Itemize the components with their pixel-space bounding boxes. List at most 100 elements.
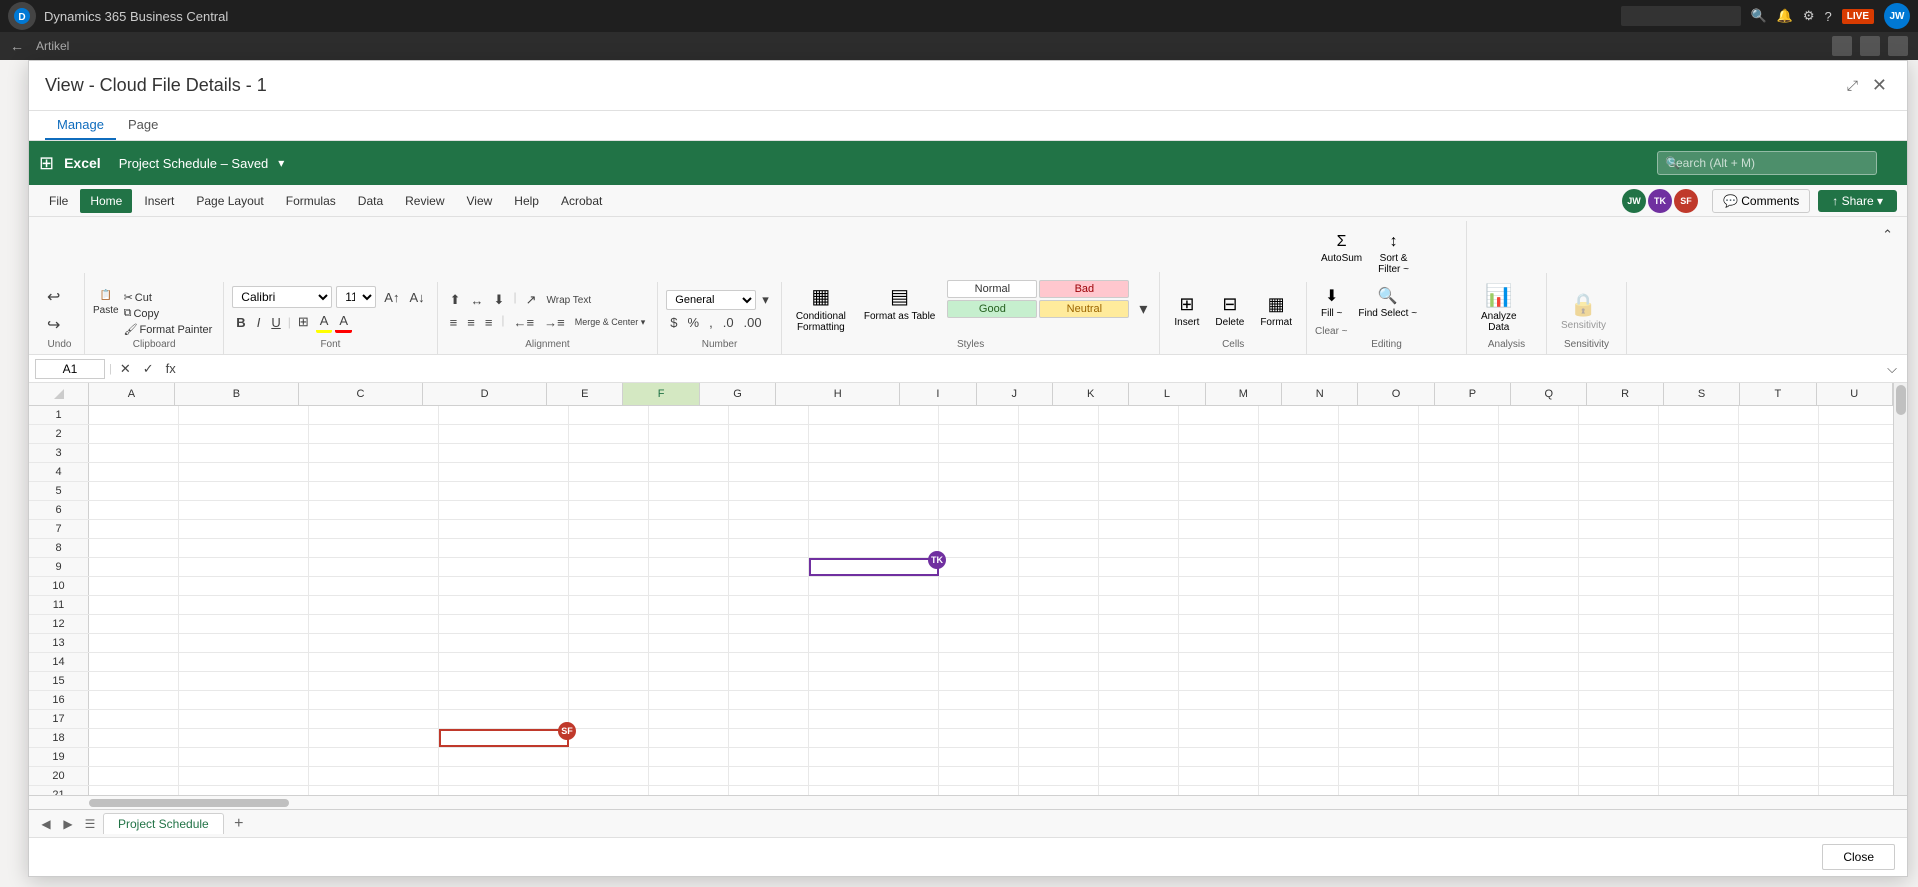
grid-cell[interactable] xyxy=(1819,501,1893,519)
grid-cell[interactable] xyxy=(1099,406,1179,424)
col-header-i[interactable]: I xyxy=(900,383,976,405)
style-neutral[interactable]: Neutral xyxy=(1039,300,1129,318)
grid-cell[interactable] xyxy=(729,672,809,690)
grid-cell[interactable] xyxy=(1339,577,1419,595)
grid-cell[interactable] xyxy=(89,425,179,443)
grid-cell[interactable] xyxy=(649,691,729,709)
grid-cell[interactable] xyxy=(1499,672,1579,690)
grid-cell[interactable] xyxy=(1579,615,1659,633)
grid-cell[interactable] xyxy=(1739,767,1819,785)
align-center-button[interactable]: ≡ xyxy=(463,313,479,332)
grid-cell[interactable] xyxy=(729,539,809,557)
autosum-button[interactable]: Σ AutoSum xyxy=(1315,229,1368,279)
grid-cell[interactable] xyxy=(649,577,729,595)
grid-cell[interactable] xyxy=(1259,577,1339,595)
col-header-l[interactable]: L xyxy=(1129,383,1205,405)
fill-color-button[interactable]: A xyxy=(316,311,333,333)
grid-cell[interactable] xyxy=(1179,653,1259,671)
grid-cell[interactable] xyxy=(1659,767,1739,785)
grid-cell[interactable] xyxy=(1659,482,1739,500)
paste-button[interactable]: 📋 xyxy=(94,286,118,305)
grid-cell[interactable] xyxy=(729,767,809,785)
grid-cell[interactable] xyxy=(1099,520,1179,538)
row-header[interactable]: 9 xyxy=(29,558,89,576)
grid-cell[interactable] xyxy=(1499,558,1579,576)
grid-cell[interactable] xyxy=(89,463,179,481)
grid-cell[interactable] xyxy=(1019,615,1099,633)
grid-cell[interactable] xyxy=(309,501,439,519)
grid-cell[interactable] xyxy=(569,615,649,633)
user-avatar[interactable]: JW xyxy=(1884,3,1910,29)
grid-cell[interactable] xyxy=(1819,596,1893,614)
grid-cell[interactable] xyxy=(89,539,179,557)
grid-cell[interactable] xyxy=(939,482,1019,500)
grid-cell[interactable] xyxy=(89,482,179,500)
grid-cell[interactable] xyxy=(1179,748,1259,766)
number-format-dropdown[interactable]: ▾ xyxy=(758,290,773,310)
grid-cell[interactable] xyxy=(939,767,1019,785)
sensitivity-button[interactable]: 🔒 Sensitivity xyxy=(1555,286,1612,335)
grid-cell[interactable] xyxy=(1739,748,1819,766)
grid-cell[interactable] xyxy=(649,615,729,633)
increase-decimal-button[interactable]: .00 xyxy=(740,313,766,332)
grid-cell[interactable] xyxy=(1099,501,1179,519)
grid-cell[interactable] xyxy=(1179,406,1259,424)
grid-cell[interactable] xyxy=(89,710,179,728)
format-cells-button[interactable]: ▦ Format xyxy=(1254,290,1298,332)
grid-cell[interactable] xyxy=(1819,520,1893,538)
grid-cell[interactable] xyxy=(1099,748,1179,766)
grid-cell[interactable] xyxy=(649,596,729,614)
grid-cell[interactable] xyxy=(729,786,809,795)
grid-cell[interactable] xyxy=(649,406,729,424)
grid-cell[interactable] xyxy=(1659,634,1739,652)
grid-cell[interactable] xyxy=(1339,786,1419,795)
increase-indent-button[interactable]: →≡ xyxy=(540,313,569,332)
grid-cell[interactable] xyxy=(1579,520,1659,538)
grid-body[interactable]: 123456789TK101112131415161718SF192021222… xyxy=(29,406,1893,795)
grid-cell[interactable] xyxy=(1579,596,1659,614)
grid-cell[interactable] xyxy=(809,577,939,595)
grid-cell[interactable] xyxy=(179,558,309,576)
grid-cell[interactable] xyxy=(569,596,649,614)
grid-cell[interactable] xyxy=(1019,406,1099,424)
copy-button[interactable]: ⧉ Copy xyxy=(121,306,216,321)
grid-cell[interactable] xyxy=(1579,558,1659,576)
grid-cell[interactable] xyxy=(1019,444,1099,462)
row-header[interactable]: 8 xyxy=(29,539,89,557)
grid-cell[interactable] xyxy=(939,729,1019,747)
excel-search-input[interactable] xyxy=(1657,151,1877,175)
grid-cell[interactable] xyxy=(1259,501,1339,519)
grid-cell[interactable] xyxy=(1499,425,1579,443)
col-header-u[interactable]: U xyxy=(1817,383,1893,405)
grid-cell[interactable] xyxy=(1179,463,1259,481)
grid-cell[interactable] xyxy=(89,748,179,766)
style-bad[interactable]: Bad xyxy=(1039,280,1129,298)
grid-cell[interactable] xyxy=(1419,520,1499,538)
sheet-tab-project-schedule[interactable]: Project Schedule xyxy=(103,813,224,834)
grid-cell[interactable] xyxy=(1259,406,1339,424)
grid-cell[interactable] xyxy=(179,748,309,766)
grid-cell[interactable] xyxy=(1019,577,1099,595)
grid-cell[interactable] xyxy=(569,501,649,519)
grid-cell[interactable] xyxy=(1179,577,1259,595)
grid-cell[interactable] xyxy=(1659,729,1739,747)
grid-cell[interactable] xyxy=(1019,672,1099,690)
sort-filter-button[interactable]: ↕ Sort &Filter ~ xyxy=(1372,229,1415,279)
row-header[interactable]: 19 xyxy=(29,748,89,766)
grid-cell[interactable] xyxy=(1259,539,1339,557)
grid-cell[interactable] xyxy=(439,558,569,576)
grid-cell[interactable] xyxy=(729,501,809,519)
grid-cell[interactable] xyxy=(1419,425,1499,443)
grid-cell[interactable] xyxy=(939,596,1019,614)
grid-cell[interactable] xyxy=(939,539,1019,557)
grid-cell[interactable] xyxy=(649,501,729,519)
grid-cell[interactable] xyxy=(309,596,439,614)
grid-cell[interactable] xyxy=(1339,463,1419,481)
grid-cell[interactable] xyxy=(89,786,179,795)
grid-cell[interactable] xyxy=(89,767,179,785)
grid-cell[interactable] xyxy=(179,786,309,795)
tab-manage[interactable]: Manage xyxy=(45,111,116,140)
find-select-button[interactable]: 🔍 Find Select ~ xyxy=(1352,282,1423,323)
grid-cell[interactable] xyxy=(309,520,439,538)
formula-input[interactable] xyxy=(184,362,1879,376)
